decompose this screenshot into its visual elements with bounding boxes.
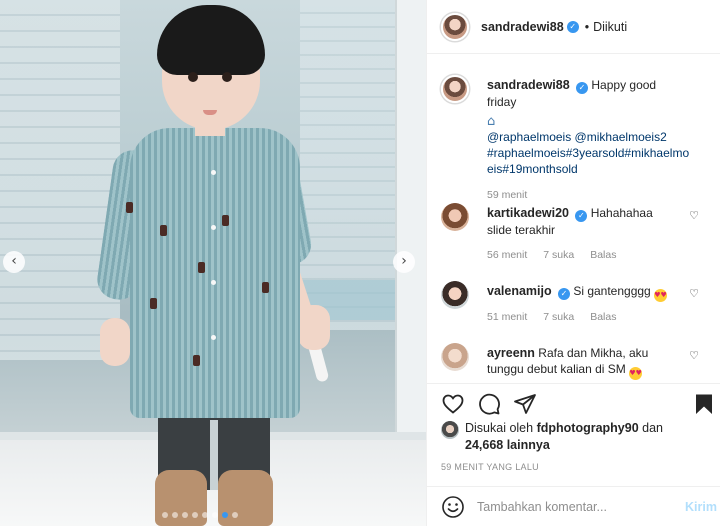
comment-like-heart-icon[interactable]: ♡	[689, 349, 699, 362]
author-avatar[interactable]	[441, 75, 469, 103]
comment-username[interactable]: ayreenn	[487, 346, 535, 360]
comment-likes[interactable]: 7 suka	[543, 249, 574, 261]
carousel-dot	[232, 512, 238, 518]
comment-reply-button[interactable]: Balas	[590, 311, 616, 323]
caption-time[interactable]: 59 menit	[487, 189, 527, 201]
likes-summary: Disukai oleh fdphotography90 dan 24,668 …	[441, 420, 711, 454]
comment-meta: 56 menit 7 suka Balas	[487, 249, 616, 261]
carousel-prev-button[interactable]: ‹	[3, 251, 25, 273]
comment-text: Hahahahaa	[590, 206, 653, 220]
caption-hashtags[interactable]: #raphaelmoeis#3yearsold#mikhaelmo	[487, 146, 689, 160]
child-left-eye	[188, 72, 198, 82]
child-left-hand	[100, 318, 130, 366]
carousel-next-button[interactable]: ›	[393, 251, 415, 273]
heart-eyes-emoji-icon: ♥♥	[629, 367, 643, 380]
comment-icon[interactable]	[477, 392, 501, 416]
header-separator: •	[584, 19, 590, 34]
child-right-hand	[298, 305, 330, 350]
comment-username[interactable]: valenamijo	[487, 284, 552, 298]
carousel-dot	[182, 512, 188, 518]
commenter-avatar[interactable]	[441, 343, 469, 371]
add-comment-bar: Kirim	[427, 486, 720, 526]
post-side-panel: sandradewi88 ✓ • Diikuti sandradewi88 ✓ …	[426, 0, 720, 526]
carousel-indicator	[162, 512, 238, 518]
shirt-print	[193, 355, 200, 366]
caption-meta: 59 menit	[487, 189, 527, 201]
comment-time[interactable]: 56 menit	[487, 249, 527, 261]
child-pants-gap	[210, 420, 218, 490]
comment-like-heart-icon[interactable]: ♡	[689, 209, 699, 222]
likes-count-button[interactable]: 24,668 lainnya	[465, 438, 550, 452]
shirt-button	[211, 280, 216, 285]
comment-meta: 51 menit 7 suka Balas	[487, 311, 616, 323]
liker-avatar[interactable]	[441, 421, 459, 439]
carousel-dot	[212, 512, 218, 518]
comment-likes[interactable]: 7 suka	[543, 311, 574, 323]
carousel-dot	[192, 512, 198, 518]
verified-badge-icon: ✓	[575, 210, 588, 222]
carousel-dot	[202, 512, 208, 518]
carousel-dot	[162, 512, 168, 518]
shirt-print	[150, 298, 157, 309]
likes-text: Disukai oleh fdphotography90 dan 24,668 …	[465, 420, 663, 454]
shirt-button	[211, 225, 216, 230]
shirt-print	[198, 262, 205, 273]
comments-list[interactable]: sandradewi88 ✓ Happy good friday ⌂ @raph…	[427, 55, 720, 383]
shirt-print	[160, 225, 167, 236]
shirt-print	[262, 282, 269, 293]
post-header: sandradewi88 ✓ • Diikuti	[427, 0, 720, 54]
likes-prefix: Disukai oleh	[465, 421, 534, 435]
comment-username[interactable]: kartikadewi20	[487, 206, 569, 220]
verified-badge-icon: ✓	[566, 20, 579, 33]
commenter-avatar[interactable]	[441, 203, 469, 231]
caption-body: sandradewi88 ✓ Happy good friday ⌂ @raph…	[487, 77, 689, 177]
comment-time[interactable]: 51 menit	[487, 311, 527, 323]
post-photo[interactable]: ‹ ›	[0, 0, 426, 526]
shirt-button	[211, 170, 216, 175]
comment-text: slide terakhir	[487, 223, 556, 237]
house-with-garden-emoji-icon: ⌂	[487, 114, 496, 129]
post-comment-button[interactable]: Kirim	[685, 500, 717, 514]
child-right-eye	[222, 72, 232, 82]
following-button[interactable]: Diikuti	[593, 20, 627, 34]
comment-body: ayreenn Rafa dan Mikha, aku tunggu debut…	[487, 345, 687, 380]
share-icon[interactable]	[513, 392, 537, 416]
shirt-button	[211, 335, 216, 340]
comment-body: kartikadewi20 ✓ Hahahahaa slide terakhir	[487, 205, 687, 238]
liker-username[interactable]: fdphotography90	[537, 421, 639, 435]
verified-badge-icon: ✓	[557, 288, 570, 300]
carousel-dot	[172, 512, 178, 518]
carousel-dot	[222, 512, 228, 518]
comment-reply-button[interactable]: Balas	[590, 249, 616, 261]
author-avatar[interactable]	[441, 12, 469, 41]
comment-text: Rafa dan Mikha, aku	[538, 346, 649, 360]
caption-username[interactable]: sandradewi88	[487, 78, 570, 92]
instagram-post-modal: ‹ › sandradewi88 ✓ • Diikuti sandradewi8…	[0, 0, 720, 526]
background-building-left	[0, 0, 120, 360]
comment-text: Si gantengggg	[573, 284, 651, 298]
shirt-print	[126, 202, 133, 213]
heart-icon[interactable]	[441, 392, 465, 416]
author-username[interactable]: sandradewi88	[481, 20, 564, 34]
heart-eyes-emoji-icon: ♥♥	[654, 289, 668, 302]
comment-like-heart-icon[interactable]: ♡	[689, 287, 699, 300]
child-hair	[157, 5, 265, 75]
shirt-print	[222, 215, 229, 226]
comment-text: tunggu debut kalian di SM	[487, 362, 626, 376]
post-timestamp[interactable]: 59 MENIT YANG LALU	[441, 462, 539, 472]
comment-input[interactable]	[477, 499, 673, 514]
caption-hashtags[interactable]: eis#19monthsold	[487, 162, 578, 176]
save-bookmark-icon[interactable]	[692, 392, 716, 416]
comment-body: valenamijo ✓ Si gantengggg ♥♥	[487, 283, 687, 302]
action-bar	[427, 383, 720, 419]
likes-joiner: dan	[642, 421, 664, 435]
emoji-smile-icon[interactable]	[441, 495, 465, 519]
window-frame	[395, 0, 426, 470]
verified-badge-icon: ✓	[576, 82, 589, 94]
caption-mentions[interactable]: @raphaelmoeis @mikhaelmoeis2	[487, 130, 667, 144]
commenter-avatar[interactable]	[441, 281, 469, 309]
